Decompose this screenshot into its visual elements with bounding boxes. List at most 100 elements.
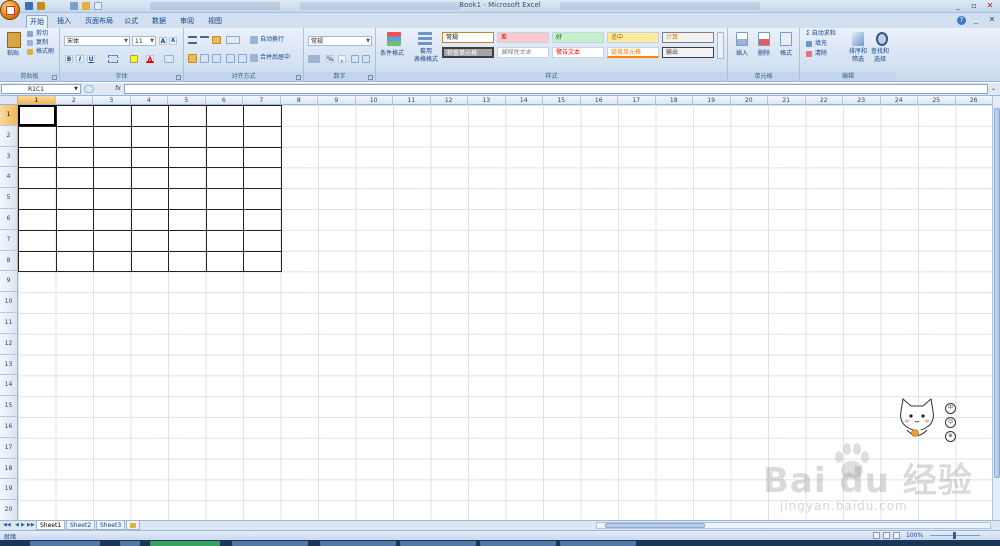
column-header[interactable]: 23: [843, 96, 881, 105]
normal-view-button[interactable]: [873, 532, 880, 539]
taskbar-item[interactable]: [480, 541, 556, 546]
column-header[interactable]: 10: [355, 96, 393, 105]
page-layout-view-button[interactable]: [883, 532, 890, 539]
table-cell[interactable]: [168, 250, 207, 273]
table-cell[interactable]: [168, 167, 207, 190]
border-icon[interactable]: [108, 55, 118, 63]
style-warning[interactable]: 警告文本: [552, 47, 604, 58]
table-cell[interactable]: [168, 208, 207, 231]
phonetic-icon[interactable]: [164, 55, 174, 63]
table-cell[interactable]: [168, 188, 207, 210]
table-cell[interactable]: [55, 167, 94, 190]
row-header[interactable]: 12: [0, 333, 18, 355]
row-header[interactable]: 1: [0, 105, 18, 126]
table-cell[interactable]: [93, 229, 132, 252]
row-header[interactable]: 20: [0, 500, 18, 520]
table-cell[interactable]: [55, 229, 94, 252]
comma-button[interactable]: ,: [338, 55, 346, 63]
decrease-decimal-icon[interactable]: [362, 55, 370, 63]
table-cell[interactable]: [55, 146, 94, 169]
column-header[interactable]: 25: [918, 96, 956, 105]
close-button[interactable]: ✕: [982, 1, 998, 11]
format-cells-icon[interactable]: [780, 32, 792, 46]
row-header[interactable]: 17: [0, 437, 18, 459]
delete-cells-icon[interactable]: [758, 32, 770, 46]
column-header[interactable]: 7: [243, 96, 281, 105]
fill-button[interactable]: 填充: [815, 40, 827, 48]
find-select-button[interactable]: 查找和 选择: [871, 48, 889, 64]
table-cell[interactable]: [205, 125, 244, 148]
select-all-corner[interactable]: [0, 96, 18, 105]
table-cell[interactable]: [168, 229, 207, 252]
taskbar-item[interactable]: [560, 541, 636, 546]
fill-color-icon[interactable]: [130, 55, 138, 63]
table-cell[interactable]: [243, 250, 282, 273]
column-header[interactable]: 11: [393, 96, 431, 105]
cut-button[interactable]: 剪切: [36, 30, 48, 38]
row-header[interactable]: 18: [0, 458, 18, 480]
copy-button[interactable]: 复制: [36, 39, 48, 47]
column-header[interactable]: 13: [468, 96, 506, 105]
row-header[interactable]: 10: [0, 292, 18, 313]
side-icon-1[interactable]: 中: [945, 403, 956, 414]
conditional-format-icon[interactable]: [387, 32, 401, 46]
bordered-table[interactable]: [18, 105, 282, 273]
table-cell[interactable]: [18, 208, 57, 231]
accounting-format-icon[interactable]: [308, 55, 320, 63]
ribbon-close-button[interactable]: ✕: [984, 15, 1000, 25]
row-header[interactable]: 2: [0, 125, 18, 147]
new-sheet-button[interactable]: [126, 521, 140, 530]
style-bad[interactable]: 差: [497, 32, 549, 43]
grow-font-button[interactable]: A: [159, 37, 167, 45]
align-left-icon[interactable]: [188, 54, 197, 63]
table-cell[interactable]: [243, 125, 282, 148]
style-good[interactable]: 好: [552, 32, 604, 43]
tab-home[interactable]: 开始: [26, 15, 48, 28]
prev-sheet-icon[interactable]: ◀: [15, 522, 19, 528]
shrink-font-button[interactable]: A: [169, 37, 177, 45]
table-format-button[interactable]: 套用 表格格式: [414, 48, 438, 64]
column-header[interactable]: 17: [618, 96, 656, 105]
font-name-select[interactable]: 宋体 ▼: [64, 36, 130, 46]
column-header[interactable]: 6: [205, 96, 243, 105]
column-header[interactable]: 18: [655, 96, 693, 105]
column-header[interactable]: 12: [430, 96, 468, 105]
column-header[interactable]: 2: [55, 96, 93, 105]
sort-filter-button[interactable]: 排序和 筛选: [849, 48, 867, 64]
table-cell[interactable]: [130, 208, 169, 231]
indent-increase-icon[interactable]: [238, 54, 247, 63]
percent-button[interactable]: %: [326, 55, 334, 63]
sheet-tab-2[interactable]: Sheet2: [66, 521, 96, 530]
tab-page-layout[interactable]: 页面布局: [82, 15, 116, 28]
column-header[interactable]: 5: [168, 96, 206, 105]
table-cell[interactable]: [18, 125, 57, 148]
italic-button[interactable]: I: [76, 55, 84, 63]
table-cell[interactable]: [130, 105, 169, 127]
align-center-icon[interactable]: [200, 54, 209, 63]
table-cell[interactable]: [93, 250, 132, 273]
table-cell[interactable]: [205, 208, 244, 231]
sheet-tab-1[interactable]: Sheet1: [36, 521, 66, 530]
column-header[interactable]: 22: [805, 96, 843, 105]
insert-cells-button[interactable]: 插入: [736, 50, 748, 58]
table-cell[interactable]: [93, 208, 132, 231]
table-cell[interactable]: [55, 125, 94, 148]
column-header[interactable]: 15: [543, 96, 581, 105]
styles-gallery-scroll[interactable]: [717, 32, 724, 59]
column-header[interactable]: 20: [730, 96, 768, 105]
row-header[interactable]: 15: [0, 396, 18, 417]
row-header[interactable]: 8: [0, 250, 18, 272]
tab-data[interactable]: 数据: [148, 15, 170, 28]
style-calculation[interactable]: 计算: [662, 32, 714, 43]
table-cell[interactable]: [18, 250, 57, 273]
table-cell[interactable]: [205, 188, 244, 210]
column-header[interactable]: 3: [93, 96, 131, 105]
page-break-view-button[interactable]: [893, 532, 900, 539]
dialog-launcher-icon[interactable]: [176, 75, 181, 80]
row-header[interactable]: 14: [0, 375, 18, 397]
insert-function-button[interactable]: fx: [112, 84, 124, 94]
taskbar-item[interactable]: [400, 541, 476, 546]
horizontal-scrollbar[interactable]: [596, 522, 991, 529]
wrap-text-button[interactable]: 自动换行: [260, 36, 284, 44]
table-cell[interactable]: [18, 167, 57, 190]
